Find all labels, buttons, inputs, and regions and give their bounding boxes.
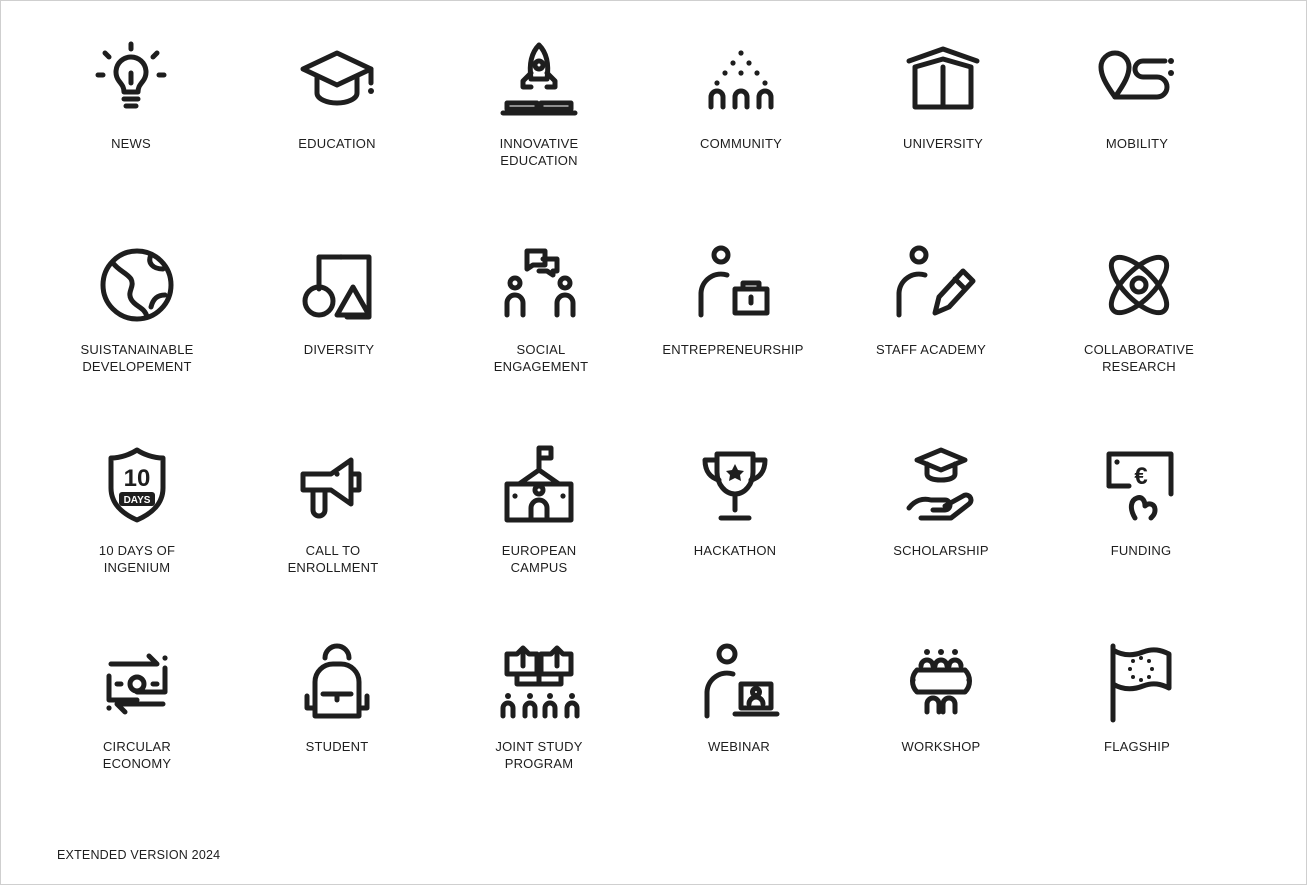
icon-label: COLLABORATIVE RESEARCH — [1083, 342, 1194, 374]
icon-card-10-days-of-ingenium: 10 DAYS 10 DAYS OF INGENIUM — [37, 438, 237, 576]
eu-flag-icon — [1089, 634, 1185, 730]
icon-label: SCHOLARSHIP — [893, 543, 989, 558]
icon-label: WORKSHOP — [901, 739, 981, 754]
icon-label: NEWS — [111, 136, 151, 151]
globe-icon — [89, 237, 185, 333]
icon-card-community: COMMUNITY — [641, 31, 841, 152]
hand-cap-icon — [893, 438, 989, 534]
icon-label: HACKATHON — [693, 543, 777, 558]
joint-program-icon — [491, 634, 587, 730]
icon-label: SUISTANAINABLE DEVELOPEMENT — [80, 342, 194, 374]
icon-card-collaborative-research: COLLABORATIVE RESEARCH — [1039, 237, 1239, 375]
icon-card-social-engagement: SOCIAL ENGAGEMENT — [441, 237, 641, 375]
person-briefcase-icon — [685, 237, 781, 333]
icon-label: JOINT STUDY PROGRAM — [495, 739, 583, 771]
icon-label: MOBILITY — [1105, 136, 1169, 151]
icon-label: WEBINAR — [707, 739, 771, 754]
icon-label: FUNDING — [1110, 543, 1172, 558]
icon-label: UNIVERSITY — [902, 136, 983, 151]
icon-card-student: STUDENT — [237, 634, 437, 755]
icon-sheet: NEWS EDUCATION INNOVATIVE EDUCATION COMM… — [0, 0, 1307, 885]
ten-days-shield-icon: 10 DAYS — [89, 438, 185, 534]
icon-label: CIRCULAR ECONOMY — [102, 739, 172, 771]
icon-card-hackathon: HACKATHON — [635, 438, 835, 559]
workshop-table-icon — [893, 634, 989, 730]
backpack-icon — [289, 634, 385, 730]
icon-card-innovative-education: INNOVATIVE EDUCATION — [439, 31, 639, 169]
graduation-cap-icon — [289, 31, 385, 127]
route-pin-icon — [1089, 31, 1185, 127]
people-group-icon — [693, 31, 789, 127]
icon-card-workshop: WORKSHOP — [841, 634, 1041, 755]
euro-board-icon: € — [1093, 438, 1189, 534]
icon-card-flagship: FLAGSHIP — [1037, 634, 1237, 755]
university-building-icon — [895, 31, 991, 127]
icon-label: FLAGSHIP — [1104, 739, 1170, 754]
lightbulb-icon — [83, 31, 179, 127]
person-laptop-icon — [691, 634, 787, 730]
badge-number: 10 — [124, 465, 151, 492]
icon-label: SOCIAL ENGAGEMENT — [493, 342, 589, 374]
version-footer: EXTENDED VERSION 2024 — [57, 848, 221, 862]
trophy-icon — [687, 438, 783, 534]
icon-label: COMMUNITY — [700, 136, 782, 151]
rocket-book-icon — [491, 31, 587, 127]
chat-people-icon — [493, 237, 589, 333]
shapes-icon — [291, 237, 387, 333]
icon-card-funding: € FUNDING — [1041, 438, 1241, 559]
icon-label: STUDENT — [305, 739, 369, 754]
person-pen-icon — [883, 237, 979, 333]
icon-label: STAFF ACADEMY — [876, 342, 986, 357]
icon-card-sustainable-development: SUISTANAINABLE DEVELOPEMENT — [37, 237, 237, 375]
icon-card-circular-economy: CIRCULAR ECONOMY — [37, 634, 237, 772]
icon-card-call-to-enrollment: CALL TO ENROLLMENT — [233, 438, 433, 576]
icon-label: INNOVATIVE EDUCATION — [499, 136, 579, 168]
icon-card-european-campus: EUROPEAN CAMPUS — [439, 438, 639, 576]
atom-icon — [1091, 237, 1187, 333]
currency-symbol: € — [1134, 463, 1147, 490]
icon-card-mobility: MOBILITY — [1037, 31, 1237, 152]
badge-text: DAYS — [124, 495, 151, 506]
money-cycle-icon — [89, 634, 185, 730]
megaphone-icon — [285, 438, 381, 534]
icon-card-news: NEWS — [31, 31, 231, 152]
icon-card-diversity: DIVERSITY — [239, 237, 439, 358]
icon-label: 10 DAYS OF INGENIUM — [98, 543, 176, 575]
icon-label: CALL TO ENROLLMENT — [287, 543, 379, 575]
icon-label: EUROPEAN CAMPUS — [501, 543, 577, 575]
icon-card-university: UNIVERSITY — [843, 31, 1043, 152]
icon-card-scholarship: SCHOLARSHIP — [841, 438, 1041, 559]
icon-label: ENTREPRENEURSHIP — [662, 342, 804, 357]
icon-card-education: EDUCATION — [237, 31, 437, 152]
icon-card-staff-academy: STAFF ACADEMY — [831, 237, 1031, 358]
icon-card-webinar: WEBINAR — [639, 634, 839, 755]
icon-card-entrepreneurship: ENTREPRENEURSHIP — [633, 237, 833, 358]
icon-card-joint-study-program: JOINT STUDY PROGRAM — [439, 634, 639, 772]
icon-label: DIVERSITY — [303, 342, 375, 357]
campus-flag-icon — [491, 438, 587, 534]
icon-label: EDUCATION — [298, 136, 376, 151]
